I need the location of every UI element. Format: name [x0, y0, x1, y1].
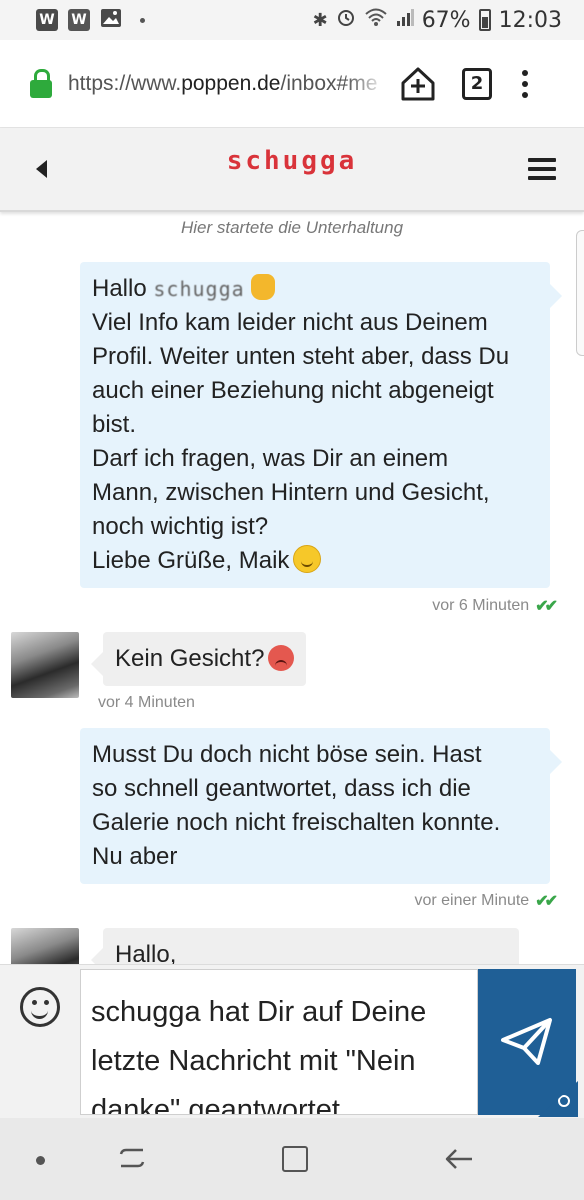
message-input[interactable]: schugga hat Dir auf Deine letzte Nachric…: [80, 969, 478, 1115]
home-plus-icon: [401, 67, 435, 100]
message-composer: schugga hat Dir auf Deine letzte Nachric…: [0, 964, 584, 1118]
avatar[interactable]: [11, 632, 79, 698]
message-line-text: Kein Gesicht?: [115, 645, 265, 672]
browser-toolbar: https://www.poppen.de/inbox#me 2: [0, 40, 584, 128]
message-line: Darf ich fragen, was Dir an einem: [92, 445, 449, 472]
status-bar: W W ✱ 67% 12:03: [0, 0, 584, 40]
message-line: so schnell geantwortet, dass ich die: [92, 775, 471, 802]
bluetooth-icon: ✱: [312, 9, 328, 31]
scroll-handle[interactable]: [576, 230, 584, 356]
message-line: bist.: [92, 411, 137, 438]
battery-icon: [478, 9, 491, 31]
greeting-text: Hallo: [92, 275, 147, 302]
outgoing-message[interactable]: Hallo schugga Viel Info kam leider nicht…: [80, 262, 562, 588]
contact-name[interactable]: schugga: [0, 146, 584, 176]
message-timestamp: vor einer Minute: [414, 892, 530, 909]
message-line: Nu aber: [92, 843, 178, 870]
recents-icon[interactable]: [118, 1146, 146, 1170]
input-line: letzte Nachricht mit "Nein: [91, 1045, 416, 1077]
key-icon: [538, 1081, 578, 1117]
nav-dot-icon[interactable]: [36, 1156, 45, 1165]
read-checkmarks-icon: ✔✔: [535, 893, 558, 910]
battery-percent: 67%: [421, 7, 471, 33]
lock-icon[interactable]: [30, 68, 52, 98]
message-line: Profil. Weiter unten steht aber, dass Du: [92, 343, 510, 370]
browser-menu-button[interactable]: [522, 69, 528, 98]
message-line: auch einer Beziehung nicht abgeneigt: [92, 377, 494, 404]
signal-icon: [396, 7, 414, 33]
outgoing-message[interactable]: Musst Du doch nicht böse sein. Hast so s…: [80, 728, 562, 884]
back-icon[interactable]: [444, 1148, 474, 1170]
clock: 12:03: [498, 7, 562, 33]
message-line: Hallo schugga: [92, 272, 538, 306]
more-notifications-dot: [140, 17, 145, 23]
conversation-header: schugga: [0, 128, 584, 212]
url-scheme: https://www.: [68, 71, 182, 95]
home-add-button[interactable]: [398, 64, 438, 104]
message-meta: vor 6 Minuten ✔✔: [432, 596, 558, 616]
avatar[interactable]: [11, 928, 79, 964]
emoji-picker-icon[interactable]: [20, 987, 60, 1027]
alarm-icon: [336, 7, 356, 33]
message-meta: vor einer Minute ✔✔: [414, 891, 558, 911]
angry-face-emoji-icon: [268, 645, 295, 671]
message-line: Hallo,: [115, 941, 177, 964]
tab-switcher-button[interactable]: 2: [462, 67, 492, 100]
paper-plane-icon: [501, 1018, 552, 1065]
send-button[interactable]: [478, 969, 578, 1117]
message-line: Galerie noch nicht freischalten konnte.: [92, 809, 501, 836]
system-navigation-bar: [0, 1118, 584, 1200]
message-line: Kein Gesicht?: [115, 642, 295, 676]
message-line: Mann, zwischen Hintern und Gesicht,: [92, 479, 490, 506]
system-status: ✱ 67% 12:03: [313, 7, 562, 33]
url-path: /inbox#me: [280, 71, 378, 95]
smiling-face-emoji-icon: [293, 545, 322, 573]
message-line: Liebe Grüße, Maik: [92, 544, 538, 578]
message-line: Viel Info kam leider nicht aus Deinem: [92, 309, 488, 336]
message-line-text: Liebe Grüße, Maik: [92, 547, 290, 574]
message-list[interactable]: Hier startete die Unterhaltung Hallo sch…: [0, 214, 584, 964]
app-notification-icon: W: [68, 9, 90, 31]
input-line: schugga hat Dir auf Deine: [91, 996, 427, 1028]
incoming-message[interactable]: Hallo,: [91, 928, 519, 964]
address-bar[interactable]: https://www.poppen.de/inbox#me: [68, 71, 386, 96]
input-line: danke" geantwortet.: [91, 1094, 348, 1115]
wifi-icon: [364, 7, 388, 33]
pixelated-name: schugga: [153, 277, 245, 301]
message-line: Musst Du doch nicht böse sein. Hast: [92, 741, 482, 768]
raised-hand-emoji-icon: [250, 274, 275, 300]
incoming-message[interactable]: Kein Gesicht?: [90, 632, 307, 686]
message-line: noch wichtig ist?: [92, 513, 269, 540]
notification-icons: W W: [36, 8, 145, 32]
home-icon[interactable]: [282, 1146, 308, 1172]
read-checkmarks-icon: ✔✔: [535, 598, 558, 615]
message-timestamp: vor 4 Minuten: [98, 694, 195, 711]
app-notification-icon: W: [36, 9, 58, 31]
image-icon: [100, 8, 122, 32]
url-host: poppen.de: [181, 71, 281, 95]
message-timestamp: vor 6 Minuten: [432, 597, 530, 614]
menu-icon[interactable]: [528, 158, 556, 180]
conversation-start-notice: Hier startete die Unterhaltung: [180, 218, 404, 237]
